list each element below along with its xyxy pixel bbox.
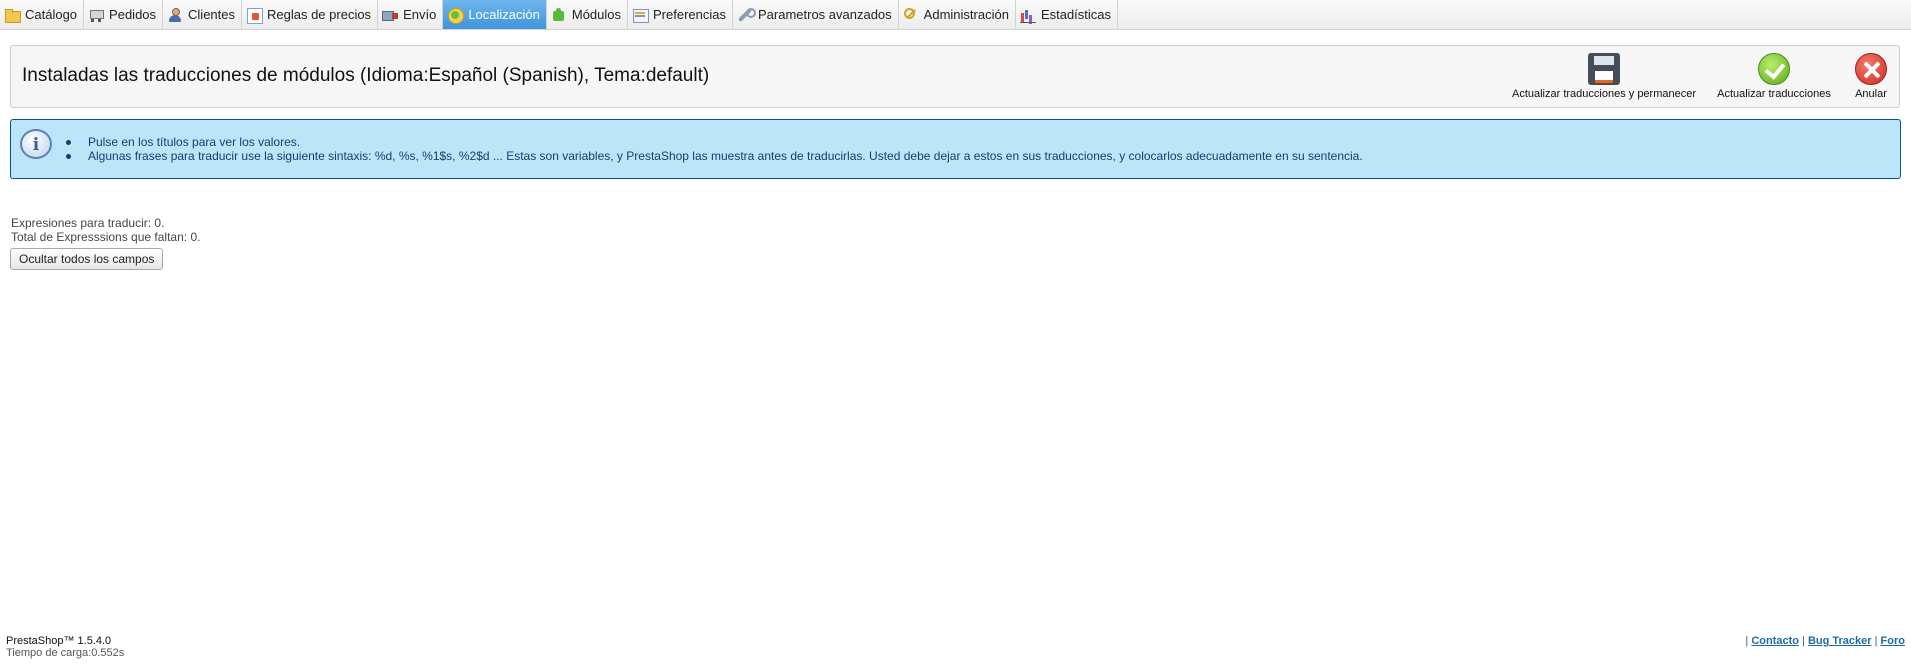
save-and-stay-button[interactable]: Actualizar traducciones y permanecer (1504, 53, 1704, 100)
footer-links: | Contacto | Bug Tracker | Foro (1745, 635, 1905, 647)
user-icon (167, 7, 183, 23)
tab-clientes[interactable]: Clientes (163, 0, 242, 29)
key-icon (903, 7, 919, 23)
update-translations-button[interactable]: Actualizar traducciones (1704, 53, 1844, 100)
cancel-label: Anular (1855, 88, 1887, 100)
update-translations-label: Actualizar traducciones (1717, 88, 1831, 100)
globe-icon (447, 7, 465, 24)
info-list: Pulse en los títulos para ver los valore… (63, 135, 1363, 163)
footer-info: PrestaShop™ 1.5.4.0 Tiempo de carga:0.55… (6, 635, 124, 659)
load-time-text: Tiempo de carga:0.552s (6, 647, 125, 659)
tab-label: Estadísticas (1040, 7, 1112, 22)
chart-icon (1019, 7, 1036, 23)
info-box: i Pulse en los títulos para ver los valo… (10, 119, 1901, 179)
tab-label: Preferencias (653, 7, 726, 22)
contact-link[interactable]: Contacto (1751, 635, 1799, 647)
tab-pedidos[interactable]: Pedidos (84, 0, 164, 29)
floppy-disk-icon (1588, 53, 1620, 85)
tab-label: Administración (923, 7, 1009, 22)
bug-tracker-link[interactable]: Bug Tracker (1808, 635, 1872, 647)
tab-label: Localización (468, 7, 540, 22)
info-item: Pulse en los títulos para ver los valore… (63, 135, 1363, 149)
tab-preferencias[interactable]: Preferencias (628, 0, 733, 29)
tab-administracion[interactable]: Administración (899, 0, 1016, 29)
tab-modulos[interactable]: Módulos (547, 0, 628, 29)
tab-label: Clientes (188, 7, 235, 22)
tab-parametros-avanzados[interactable]: Parametros avanzados (733, 0, 899, 29)
expressions-to-translate: Expresiones para traducir: 0. (11, 216, 165, 230)
expressions-missing: Total de Expresssions que faltan: 0. (11, 230, 201, 244)
page-title: Instaladas las traducciones de módulos (… (22, 65, 710, 86)
tab-label: Catálogo (25, 7, 78, 22)
cancel-button[interactable]: Anular (1848, 53, 1894, 100)
translation-counts: Expresiones para traducir: 0. Total de E… (11, 216, 200, 244)
top-menu: Catálogo Pedidos Clientes Reglas de prec… (0, 0, 1911, 30)
tab-label: Reglas de precios (267, 7, 372, 22)
tab-label: Parametros avanzados (757, 7, 892, 22)
folder-icon (4, 7, 21, 23)
tab-localizacion[interactable]: Localización (443, 0, 547, 29)
tab-reglas-de-precios[interactable]: Reglas de precios (242, 0, 379, 29)
tab-label: Pedidos (109, 7, 157, 22)
save-and-stay-label: Actualizar traducciones y permanecer (1511, 88, 1697, 100)
tab-label: Envío (403, 7, 437, 22)
tab-estadisticas[interactable]: Estadísticas (1016, 0, 1119, 29)
truck-icon (382, 7, 399, 23)
preferences-icon (632, 7, 649, 23)
forum-link[interactable]: Foro (1881, 635, 1905, 647)
hide-all-fields-button[interactable]: Ocultar todos los campos (10, 248, 164, 270)
info-icon: i (20, 129, 52, 159)
check-circle-icon (1758, 53, 1790, 85)
version-text: PrestaShop™ 1.5.4.0 (6, 635, 112, 647)
tab-label: Módulos (571, 7, 621, 22)
page-toolbar: Instaladas las traducciones de módulos (… (10, 45, 1900, 108)
cart-icon (88, 7, 105, 23)
tab-catalogo[interactable]: Catálogo (0, 0, 85, 29)
price-rules-icon (246, 7, 263, 24)
cancel-circle-icon (1855, 53, 1887, 85)
puzzle-icon (551, 7, 567, 23)
info-item: Algunas frases para traducir use la sigu… (63, 149, 1363, 163)
wrench-icon (737, 7, 756, 23)
tab-envio[interactable]: Envío (378, 0, 444, 29)
